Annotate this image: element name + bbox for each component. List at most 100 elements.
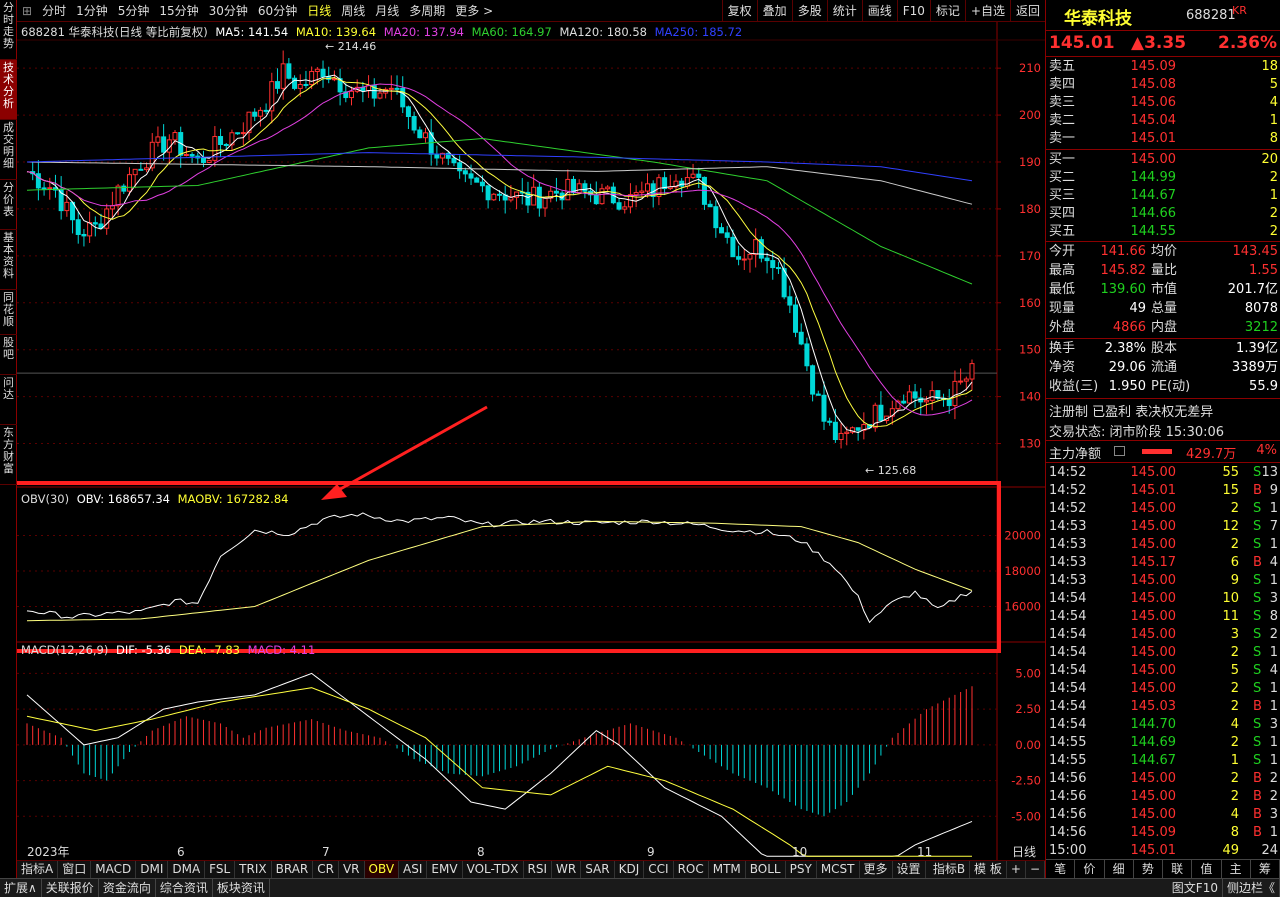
period-1[interactable]: 1分钟 (71, 0, 113, 22)
indicator-right-tab-1[interactable]: 模 板 (970, 861, 1007, 878)
vtab-4[interactable]: 基本资料 (0, 230, 17, 290)
right-tab-0[interactable]: 笔 (1046, 860, 1076, 878)
right-tab-3[interactable]: 势 (1134, 860, 1163, 878)
vtab-2[interactable]: 成交明细 (0, 120, 17, 180)
tool-8[interactable]: 返回 (1009, 0, 1045, 22)
tick-row[interactable]: 14:55 144.69 2 S 1 (1049, 734, 1278, 752)
indicator-tab-23[interactable]: MCST (817, 861, 860, 878)
vtab-5[interactable]: 同花顺 (0, 290, 17, 335)
tool-0[interactable]: 复权 (721, 0, 757, 22)
tick-row[interactable]: 14:54 145.00 11 S 8 (1049, 608, 1278, 626)
vtab-7[interactable]: 问达 (0, 375, 17, 425)
period-3[interactable]: 15分钟 (154, 0, 203, 22)
bottom-tab-3[interactable]: 综合资讯 (156, 879, 213, 897)
add-tab-icon[interactable]: + (1007, 861, 1026, 878)
tool-2[interactable]: 多股 (791, 0, 827, 22)
tick-row[interactable]: 14:53 145.17 6 B 4 (1049, 554, 1278, 572)
period-10[interactable]: 更多 > (450, 0, 498, 22)
tick-row[interactable]: 15:00 145.01 49 24 (1049, 842, 1278, 860)
period-2[interactable]: 5分钟 (113, 0, 155, 22)
vtab-3[interactable]: 分价表 (0, 180, 17, 230)
indicator-tab-6[interactable]: TRIX (235, 861, 272, 878)
right-tab-7[interactable]: 筹 (1251, 860, 1280, 878)
tick-row[interactable]: 14:54 145.00 2 S 1 (1049, 680, 1278, 698)
indicator-tab-12[interactable]: EMV (427, 861, 463, 878)
tick-row[interactable]: 14:54 145.00 5 S 4 (1049, 662, 1278, 680)
indicator-tab-24[interactable]: 更多 (860, 861, 893, 878)
period-9[interactable]: 多周期 (404, 0, 450, 22)
vtab-6[interactable]: 股吧 (0, 335, 17, 375)
indicator-tab-13[interactable]: VOL-TDX (463, 861, 524, 878)
indicator-tab-5[interactable]: FSL (205, 861, 236, 878)
tick-row[interactable]: 14:54 145.00 3 S 2 (1049, 626, 1278, 644)
indicator-tab-19[interactable]: ROC (674, 861, 709, 878)
period-7[interactable]: 周线 (336, 0, 370, 22)
tool-4[interactable]: 画线 (861, 0, 897, 22)
indicator-tab-2[interactable]: MACD (91, 861, 137, 878)
period-6[interactable]: 日线 (302, 0, 336, 22)
bid-row[interactable]: 买四 144.66 2 (1049, 205, 1278, 223)
vtab-0[interactable]: 分时走势 (0, 0, 17, 60)
right-tab-1[interactable]: 价 (1075, 860, 1105, 878)
indicator-tab-16[interactable]: SAR (581, 861, 615, 878)
tick-row[interactable]: 14:53 145.00 9 S 1 (1049, 572, 1278, 590)
tick-row[interactable]: 14:54 145.00 2 S 1 (1049, 644, 1278, 662)
tick-row[interactable]: 14:54 144.70 4 S 3 (1049, 716, 1278, 734)
right-tab-5[interactable]: 值 (1192, 860, 1222, 878)
bottom-tab-1[interactable]: 关联报价 (42, 879, 99, 897)
indicator-right-tab-0[interactable]: 指标B (929, 861, 971, 878)
indicator-tab-18[interactable]: CCI (644, 861, 674, 878)
indicator-tab-25[interactable]: 设置 (893, 861, 926, 878)
indicator-tab-9[interactable]: VR (339, 861, 365, 878)
tool-6[interactable]: 标记 (929, 0, 965, 22)
tick-row[interactable]: 14:53 145.00 12 S 7 (1049, 518, 1278, 536)
indicator-tab-10[interactable]: OBV (364, 861, 400, 878)
indicator-tab-3[interactable]: DMI (136, 861, 169, 878)
period-8[interactable]: 月线 (370, 0, 404, 22)
tick-row[interactable]: 14:55 144.67 1 S 1 (1049, 752, 1278, 770)
grid-icon[interactable]: ⊞ (17, 0, 37, 22)
right-tab-6[interactable]: 主 (1222, 860, 1251, 878)
period-4[interactable]: 30分钟 (204, 0, 253, 22)
tick-row[interactable]: 14:52 145.00 2 S 1 (1049, 500, 1278, 518)
vtab-8[interactable]: 东方财富 (0, 425, 17, 485)
indicator-tab-0[interactable]: 指标A (17, 861, 59, 878)
flow-expand-icon[interactable] (1114, 446, 1125, 456)
tick-row[interactable]: 14:52 145.01 15 B 9 (1049, 482, 1278, 500)
indicator-tab-4[interactable]: DMA (168, 861, 206, 878)
chart-area[interactable]: 210 200 190 180 170 160 150 140 130 ← 214.46 ← 125… (17, 22, 1045, 860)
bottom-tab-4[interactable]: 板块资讯 (213, 879, 270, 897)
tick-row[interactable]: 14:54 145.03 2 B 1 (1049, 698, 1278, 716)
bid-row[interactable]: 买三 144.67 1 (1049, 187, 1278, 205)
tool-3[interactable]: 统计 (826, 0, 862, 22)
tick-row[interactable]: 14:56 145.00 2 B 2 (1049, 770, 1278, 788)
tool-7[interactable]: +自选 (964, 0, 1010, 22)
tick-row[interactable]: 14:52 145.00 55 S 13 (1049, 464, 1278, 482)
period-5[interactable]: 60分钟 (253, 0, 302, 22)
more-tab-icon[interactable]: − (1026, 861, 1045, 878)
indicator-tab-22[interactable]: PSY (786, 861, 817, 878)
tick-row[interactable]: 14:56 145.00 2 B 2 (1049, 788, 1278, 806)
tool-1[interactable]: 叠加 (756, 0, 792, 22)
indicator-tab-14[interactable]: RSI (524, 861, 553, 878)
indicator-tab-21[interactable]: BOLL (746, 861, 786, 878)
bottom-tab-0[interactable]: 扩展∧ (0, 879, 42, 897)
ask-row[interactable]: 卖三 145.06 4 (1049, 94, 1278, 112)
vtab-1[interactable]: 技术分析 (0, 60, 17, 120)
period-0[interactable]: 分时 (37, 0, 71, 22)
ask-row[interactable]: 卖一 145.01 8 (1049, 130, 1278, 148)
right-tab-4[interactable]: 联 (1163, 860, 1193, 878)
indicator-tab-15[interactable]: WR (552, 861, 582, 878)
bid-row[interactable]: 买五 144.55 2 (1049, 223, 1278, 241)
tick-row[interactable]: 14:53 145.00 2 S 1 (1049, 536, 1278, 554)
kline-chart-svg[interactable]: 210 200 190 180 170 160 150 140 130 ← 214.46 ← 125… (17, 22, 1045, 860)
bid-row[interactable]: 买二 144.99 2 (1049, 169, 1278, 187)
indicator-tab-8[interactable]: CR (313, 861, 339, 878)
tick-row[interactable]: 14:56 145.00 4 B 3 (1049, 806, 1278, 824)
bottom-right-tab-0[interactable]: 图文F10 (1168, 879, 1223, 897)
ask-row[interactable]: 卖五 145.09 18 (1049, 58, 1278, 76)
tick-row[interactable]: 14:56 145.09 8 B 1 (1049, 824, 1278, 842)
indicator-tab-11[interactable]: ASI (399, 861, 428, 878)
indicator-tab-1[interactable]: 窗口 (58, 861, 92, 878)
indicator-tab-20[interactable]: MTM (709, 861, 746, 878)
